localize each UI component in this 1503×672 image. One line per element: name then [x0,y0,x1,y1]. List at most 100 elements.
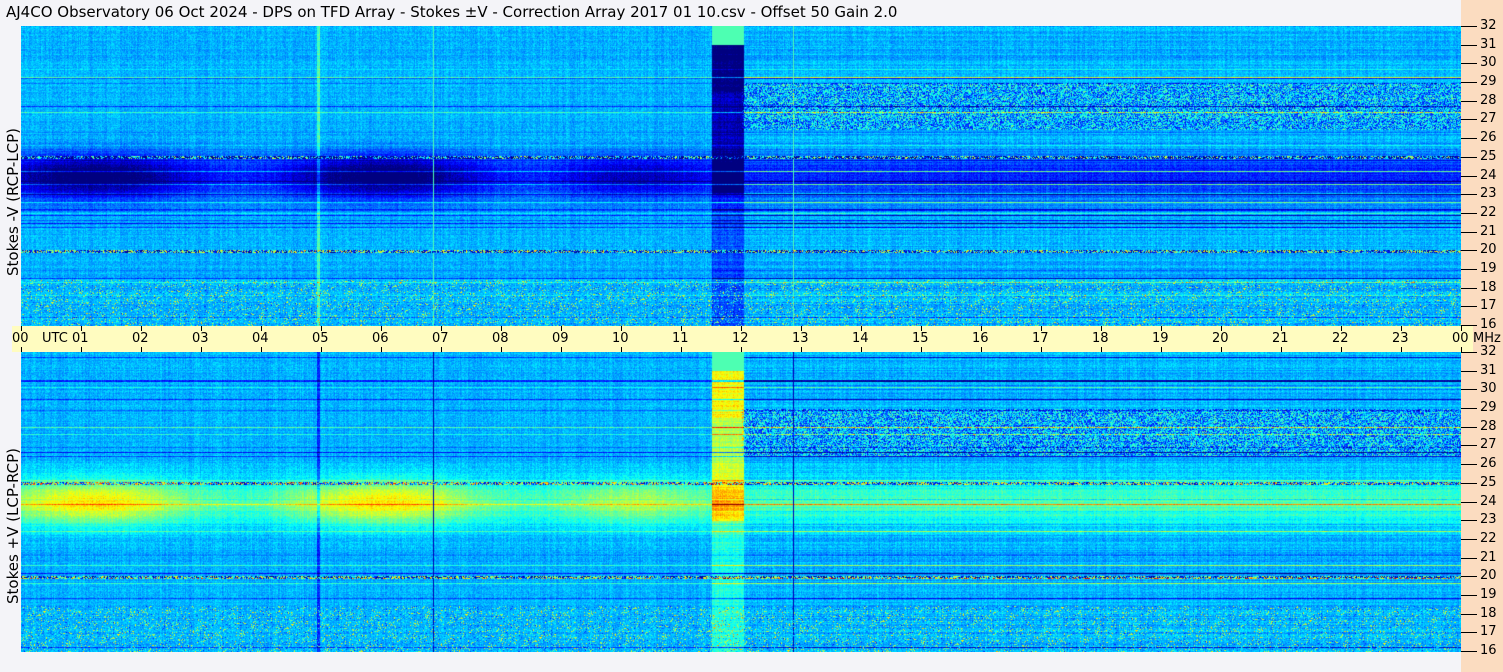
time-tick-label: 04 [252,331,269,346]
freq-tick-label: 32 [1480,344,1497,359]
freq-tick [1461,520,1477,522]
freq-tick [1461,268,1477,270]
time-tick [21,326,22,331]
time-tick [1281,326,1282,331]
freq-tick [1461,408,1477,410]
freq-tick [1461,212,1477,214]
time-tick-label: 21 [1272,331,1289,346]
freq-tick [1461,389,1477,391]
time-tick-label: 19 [1152,331,1169,346]
freq-tick-label: 29 [1480,400,1497,416]
time-tick [561,326,562,331]
chart-title: AJ4CO Observatory 06 Oct 2024 - DPS on T… [6,3,898,21]
freq-tick [1461,156,1477,158]
freq-tick-label: 17 [1480,298,1497,314]
freq-tick [1461,482,1477,484]
freq-tick [1461,287,1477,289]
bottom-panel-ylabel: Stokes +V (LCP-RCP) [4,448,22,604]
freq-tick [1461,194,1477,196]
time-tick [1041,326,1042,331]
freq-tick-label: 18 [1480,605,1497,621]
time-tick-label: 06 [372,331,389,346]
freq-tick [1461,632,1477,634]
time-tick [141,326,142,331]
time-tick [1221,326,1222,331]
freq-tick-label: 29 [1480,74,1497,90]
time-tick-label: 07 [432,331,449,346]
freq-tick [1461,594,1477,596]
time-tick [321,326,322,331]
freq-tick-label: 26 [1480,130,1497,146]
top-panel-ylabel: Stokes -V (RCP-LCP) [4,128,22,276]
freq-tick-label: 24 [1480,167,1497,183]
freq-tick-label: 27 [1480,437,1497,453]
time-tick-label: 08 [492,331,509,346]
freq-tick [1461,445,1477,447]
time-tick [1401,326,1402,331]
freq-tick [1461,651,1477,652]
freq-tick-label: 30 [1480,55,1497,71]
freq-tick [1461,63,1477,65]
freq-tick-label: 25 [1480,474,1497,490]
freq-tick [1461,352,1477,353]
freq-tick-label: 28 [1480,418,1497,434]
freq-tick-label: 16 [1480,643,1497,658]
time-tick [1161,326,1162,331]
time-tick-label: 03 [192,331,209,346]
freq-tick-label: 25 [1480,148,1497,164]
time-tick-label: 20 [1212,331,1229,346]
time-tick-label: 13 [792,331,809,346]
time-tick [81,326,82,331]
freq-tick [1461,175,1477,177]
time-tick-label: 12 [732,331,749,346]
freq-tick [1461,426,1477,428]
time-tick [261,326,262,331]
freq-tick-label: 30 [1480,381,1497,397]
time-tick [381,326,382,331]
time-tick [801,326,802,331]
freq-tick-label: 21 [1480,223,1497,239]
time-tick-label: 23 [1392,331,1409,346]
freq-tick-label: 17 [1480,624,1497,640]
freq-tick-label: 22 [1480,530,1497,546]
time-tick [921,326,922,331]
time-axis: 00 01 02 03 04 05 06 07 08 09 10 11 12 13 14 15 16 17 18 19… [12,326,1501,352]
freq-tick-label: 20 [1480,568,1497,584]
time-tick [981,326,982,331]
freq-tick [1461,119,1477,121]
freq-tick [1461,370,1477,372]
freq-tick-label: 31 [1480,36,1497,52]
freq-tick [1461,576,1477,578]
freq-tick-label: 20 [1480,242,1497,258]
time-tick [1341,326,1342,331]
freq-tick-label: 23 [1480,186,1497,202]
freq-tick [1461,557,1477,559]
time-tick-label: 15 [912,331,929,346]
time-tick-label: 09 [552,331,569,346]
freq-tick [1461,306,1477,308]
freq-tick [1461,250,1477,252]
freq-tick-label: 16 [1480,317,1497,332]
freq-tick [1461,100,1477,102]
freq-tick [1461,538,1477,540]
time-tick [861,326,862,331]
top-spectrogram [21,26,1461,326]
time-tick [621,326,622,331]
freq-tick-label: 19 [1480,260,1497,276]
freq-tick [1461,325,1477,326]
freq-tick [1461,26,1477,27]
time-tick-label: 11 [672,331,689,346]
freq-tick-label: 31 [1480,362,1497,378]
freq-tick-label: 24 [1480,493,1497,509]
bottom-spectrogram [21,352,1461,652]
freq-tick-label: 18 [1480,279,1497,295]
time-tick [501,326,502,331]
freq-tick-label: 28 [1480,92,1497,108]
freq-tick [1461,231,1477,233]
time-tick-label: 18 [1092,331,1109,346]
time-tick-label: 16 [972,331,989,346]
freq-tick-label: 21 [1480,549,1497,565]
freq-tick [1461,613,1477,615]
freq-tick [1461,82,1477,84]
freq-tick-label: 19 [1480,586,1497,602]
